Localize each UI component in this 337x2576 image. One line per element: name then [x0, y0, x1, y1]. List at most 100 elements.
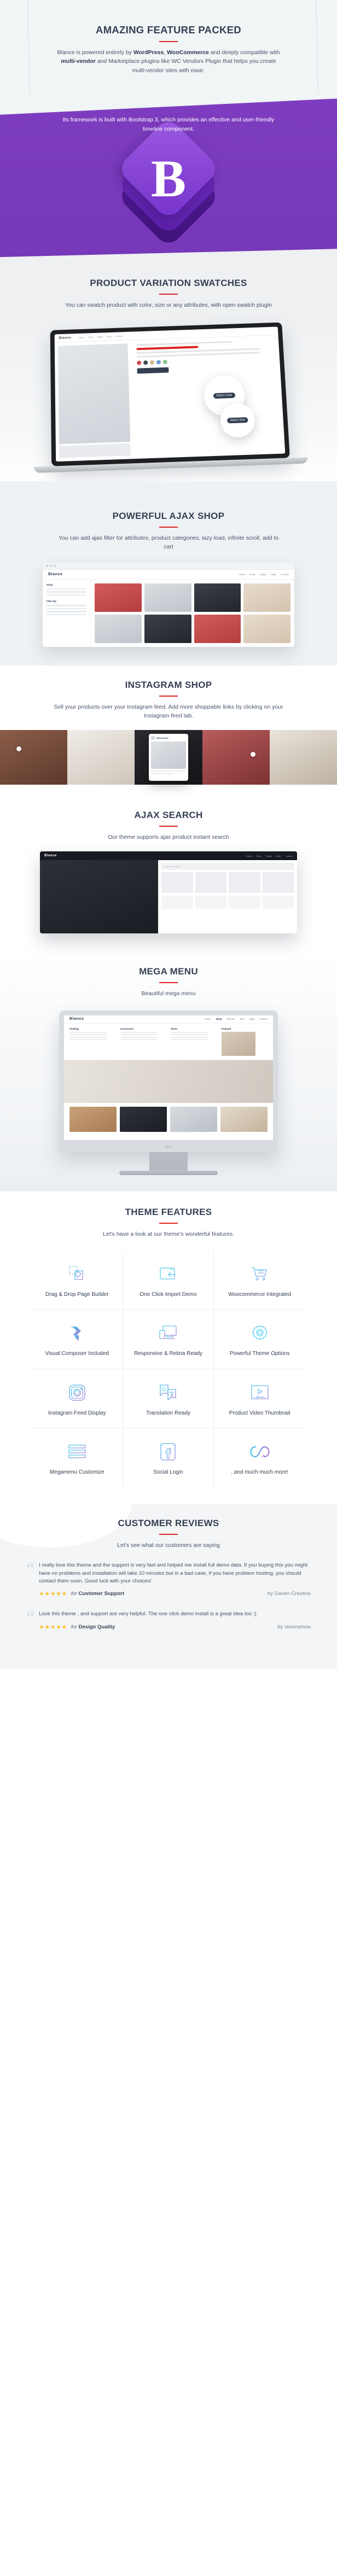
- instagram-post[interactable]: [0, 730, 68, 785]
- product-card[interactable]: [69, 1106, 117, 1132]
- product-card[interactable]: [243, 614, 290, 643]
- filter-line[interactable]: [47, 611, 86, 612]
- nav-item[interactable]: Contact: [259, 1018, 268, 1020]
- product-card[interactable]: [144, 583, 191, 612]
- menu-link[interactable]: [171, 1036, 208, 1038]
- filter-line[interactable]: [47, 608, 86, 610]
- swatch-color[interactable]: [143, 360, 148, 365]
- translate-icon: G: [127, 1381, 210, 1404]
- search-result-item[interactable]: [262, 872, 294, 893]
- menu-link[interactable]: [120, 1039, 158, 1041]
- nav-item[interactable]: Home: [205, 1018, 211, 1020]
- shoppable-tag-icon[interactable]: [250, 752, 255, 757]
- nav-item[interactable]: Blog: [276, 855, 281, 857]
- product-card[interactable]: [220, 1106, 268, 1132]
- browser-dot: [50, 564, 52, 567]
- nav-item[interactable]: Contact: [115, 335, 123, 337]
- nav-item-active[interactable]: Shop: [216, 1018, 222, 1020]
- nav-item[interactable]: Home: [246, 855, 252, 857]
- product-card[interactable]: [194, 614, 241, 643]
- product-card[interactable]: [144, 614, 191, 643]
- menu-column-heading: Clothing: [69, 1027, 79, 1030]
- features-title: THEME FEATURES: [125, 1206, 212, 1217]
- reviews-divider: [159, 1533, 178, 1535]
- filter-line[interactable]: [47, 588, 86, 590]
- swatch-color[interactable]: [162, 360, 167, 365]
- nav-item[interactable]: Contact: [280, 573, 289, 576]
- filter-line[interactable]: [47, 614, 86, 616]
- drag-drop-icon: [36, 1263, 118, 1286]
- instagram-post[interactable]: [269, 730, 337, 785]
- nav-item[interactable]: Blog: [249, 1018, 254, 1020]
- menu-link[interactable]: [171, 1034, 208, 1036]
- menu-link[interactable]: [171, 1039, 208, 1041]
- swatch-color[interactable]: [136, 360, 142, 365]
- shop-nav[interactable]: Home Shop Pages Blog Contact: [239, 573, 289, 576]
- nav-item[interactable]: Men: [240, 1018, 245, 1020]
- search-result-item[interactable]: [262, 896, 294, 909]
- dark-header: Blance Home Shop Pages Blog Contact: [40, 851, 297, 861]
- menu-promo-image[interactable]: [221, 1031, 255, 1056]
- product-card[interactable]: [95, 583, 142, 612]
- menu-link[interactable]: [69, 1036, 107, 1038]
- product-card[interactable]: [120, 1106, 167, 1132]
- nav-item[interactable]: Women: [226, 1018, 235, 1020]
- search-result-item[interactable]: [161, 896, 193, 909]
- menu-link[interactable]: [120, 1034, 158, 1036]
- video-player-icon: [218, 1381, 301, 1404]
- instagram-post[interactable]: blancetheme: [135, 730, 202, 785]
- search-result-grid-secondary: [161, 896, 294, 909]
- hero-section: AMAZING FEATURE PACKED Blance is powered…: [0, 0, 337, 101]
- search-result-item[interactable]: [161, 872, 193, 893]
- menu-link[interactable]: [171, 1031, 208, 1033]
- color-swatches[interactable]: [136, 356, 274, 365]
- mock-nav[interactable]: Home Shop Pages Blog Contact: [79, 335, 123, 339]
- star-rating: ★★★★★: [39, 1591, 67, 1598]
- swatches-section: PRODUCT VARIATION SWATCHES You can swatc…: [0, 265, 337, 482]
- dark-nav[interactable]: Home Shop Pages Blog Contact: [246, 855, 293, 857]
- instagram-post[interactable]: [67, 730, 135, 785]
- shoppable-tag-icon[interactable]: [16, 746, 21, 752]
- menu-link[interactable]: [69, 1031, 107, 1033]
- mega-menu-nav[interactable]: Home Shop Women Men Blog Contact: [205, 1018, 268, 1020]
- nav-item[interactable]: Shop: [88, 336, 93, 338]
- menu-link[interactable]: [120, 1036, 158, 1038]
- responsive-devices-icon: [127, 1322, 210, 1345]
- nav-item[interactable]: Pages: [97, 335, 103, 338]
- nav-item[interactable]: Contact: [285, 855, 293, 857]
- menu-link[interactable]: [69, 1039, 107, 1041]
- search-result-item[interactable]: [229, 872, 260, 893]
- menu-link[interactable]: [120, 1031, 158, 1033]
- review-author: by simonehow: [277, 1623, 311, 1630]
- feature-item: Woocommerce Integrated: [214, 1251, 305, 1310]
- search-result-item[interactable]: [229, 896, 260, 909]
- swatch-color[interactable]: [156, 360, 161, 365]
- product-thumb[interactable]: [59, 443, 131, 458]
- product-card[interactable]: [95, 614, 142, 643]
- nav-item[interactable]: Pages: [260, 573, 267, 576]
- feature-label: ..and much much more!: [231, 1469, 289, 1476]
- filter-line[interactable]: [47, 594, 86, 596]
- nav-item[interactable]: Home: [79, 336, 85, 338]
- nav-item[interactable]: Pages: [266, 855, 272, 857]
- product-card[interactable]: [243, 583, 290, 612]
- nav-item[interactable]: Blog: [107, 335, 111, 338]
- swatch-color[interactable]: [149, 360, 154, 365]
- instagram-post[interactable]: [202, 730, 270, 785]
- nav-item[interactable]: Blog: [271, 573, 276, 576]
- search-input[interactable]: Search products...: [161, 863, 294, 870]
- filter-line[interactable]: [47, 591, 86, 593]
- browser-dot: [46, 564, 48, 567]
- search-result-item[interactable]: [195, 896, 227, 909]
- product-card[interactable]: [170, 1106, 217, 1132]
- product-card[interactable]: [194, 583, 241, 612]
- add-to-cart-button[interactable]: [137, 367, 169, 374]
- ajax-search-divider: [159, 826, 178, 827]
- nav-item[interactable]: Shop: [257, 855, 262, 857]
- search-result-item[interactable]: [195, 872, 227, 893]
- nav-item[interactable]: Home: [239, 573, 245, 576]
- menu-link[interactable]: [69, 1034, 107, 1036]
- filter-line[interactable]: [47, 605, 86, 606]
- nav-item[interactable]: Shop: [249, 573, 255, 576]
- reviews-description: Let's see what our customers are saying: [117, 1541, 220, 1549]
